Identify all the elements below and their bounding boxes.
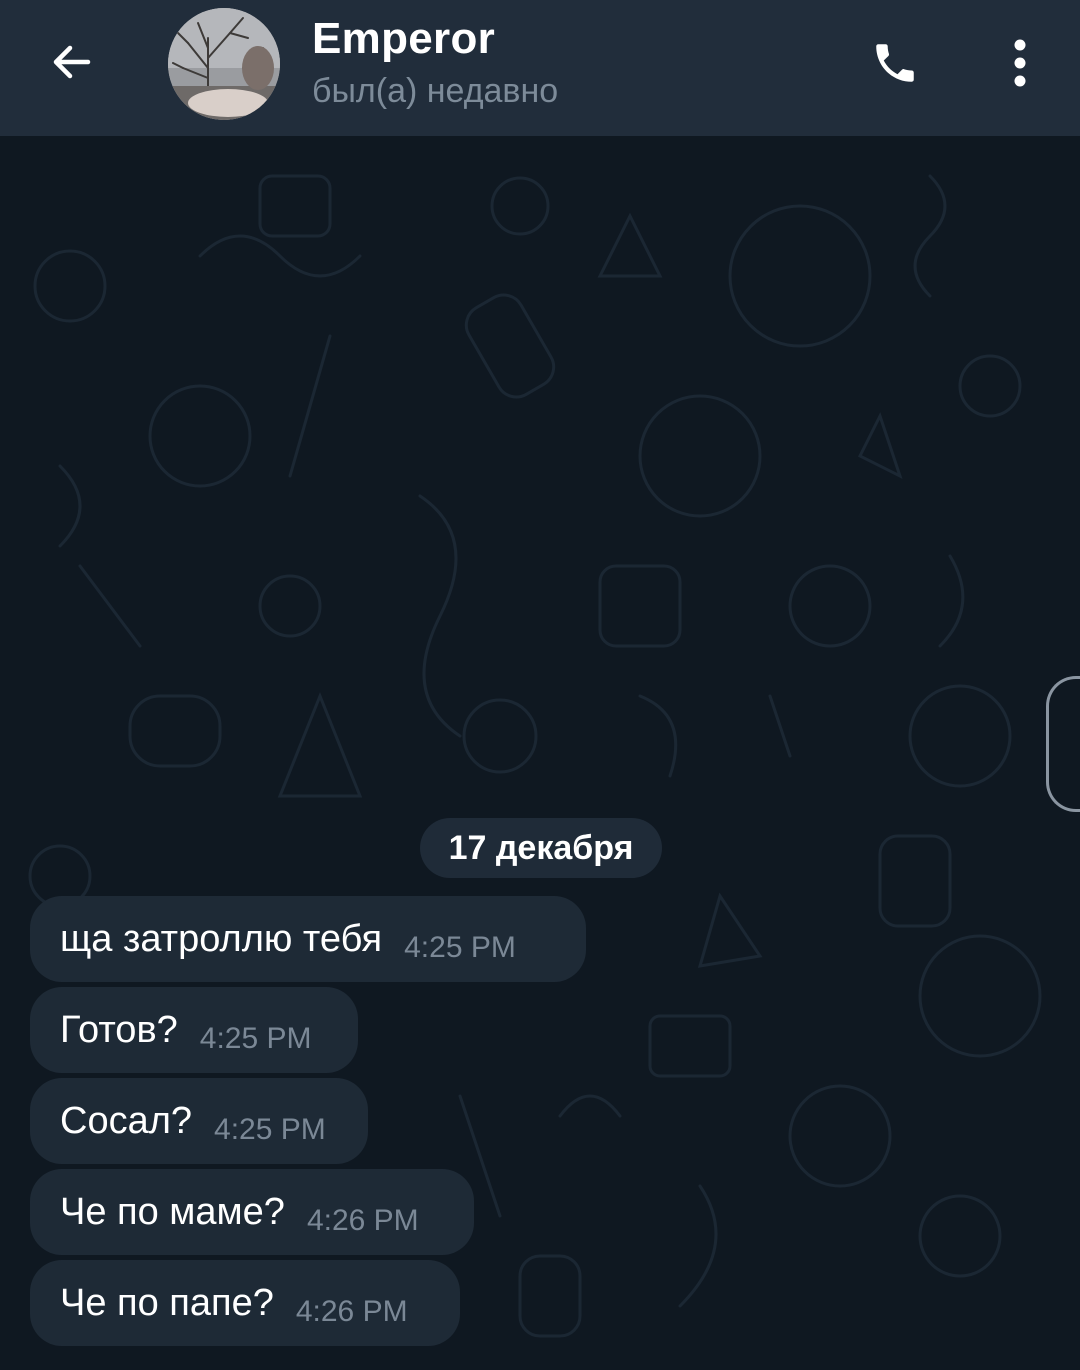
- call-button[interactable]: [862, 30, 928, 96]
- message-time: 4:25 PM: [214, 1113, 326, 1146]
- chat-title[interactable]: Emperor: [312, 14, 495, 64]
- message-bubble[interactable]: Сосал? 4:25 PM: [30, 1078, 368, 1164]
- message-bubble[interactable]: Готов? 4:25 PM: [30, 987, 358, 1073]
- chat-status: был(а) недавно: [312, 72, 559, 110]
- message-bubble[interactable]: ща затроллю тебя 4:25 PM: [30, 896, 586, 982]
- more-menu-button[interactable]: [990, 30, 1050, 96]
- message-text: Готов?: [60, 1008, 178, 1051]
- message-bubble[interactable]: Че по маме? 4:26 PM: [30, 1169, 474, 1255]
- message-text: Сосал?: [60, 1099, 193, 1142]
- scroll-handle[interactable]: [1046, 676, 1080, 812]
- message-text: ща затроллю тебя: [60, 917, 383, 960]
- back-button[interactable]: [36, 26, 108, 98]
- avatar-image: [168, 8, 280, 120]
- chat-screen: Emperor был(а) недавно 17 декабря ща зат…: [0, 0, 1080, 1370]
- arrow-left-icon: [53, 45, 91, 79]
- message-time: 4:25 PM: [404, 931, 516, 964]
- phone-icon: [876, 44, 914, 82]
- more-vertical-icon: [1014, 39, 1026, 87]
- chat-header: Emperor был(а) недавно: [0, 0, 1080, 136]
- message-bubble[interactable]: Че по папе? 4:26 PM: [30, 1260, 460, 1346]
- date-separator: 17 декабря: [420, 818, 662, 878]
- message-time: 4:26 PM: [295, 1295, 408, 1328]
- message-time: 4:25 PM: [199, 1022, 312, 1055]
- message-text: Че по папе?: [60, 1281, 274, 1324]
- avatar[interactable]: [168, 8, 280, 120]
- message-text: Че по маме?: [60, 1190, 285, 1233]
- message-time: 4:26 PM: [306, 1204, 419, 1237]
